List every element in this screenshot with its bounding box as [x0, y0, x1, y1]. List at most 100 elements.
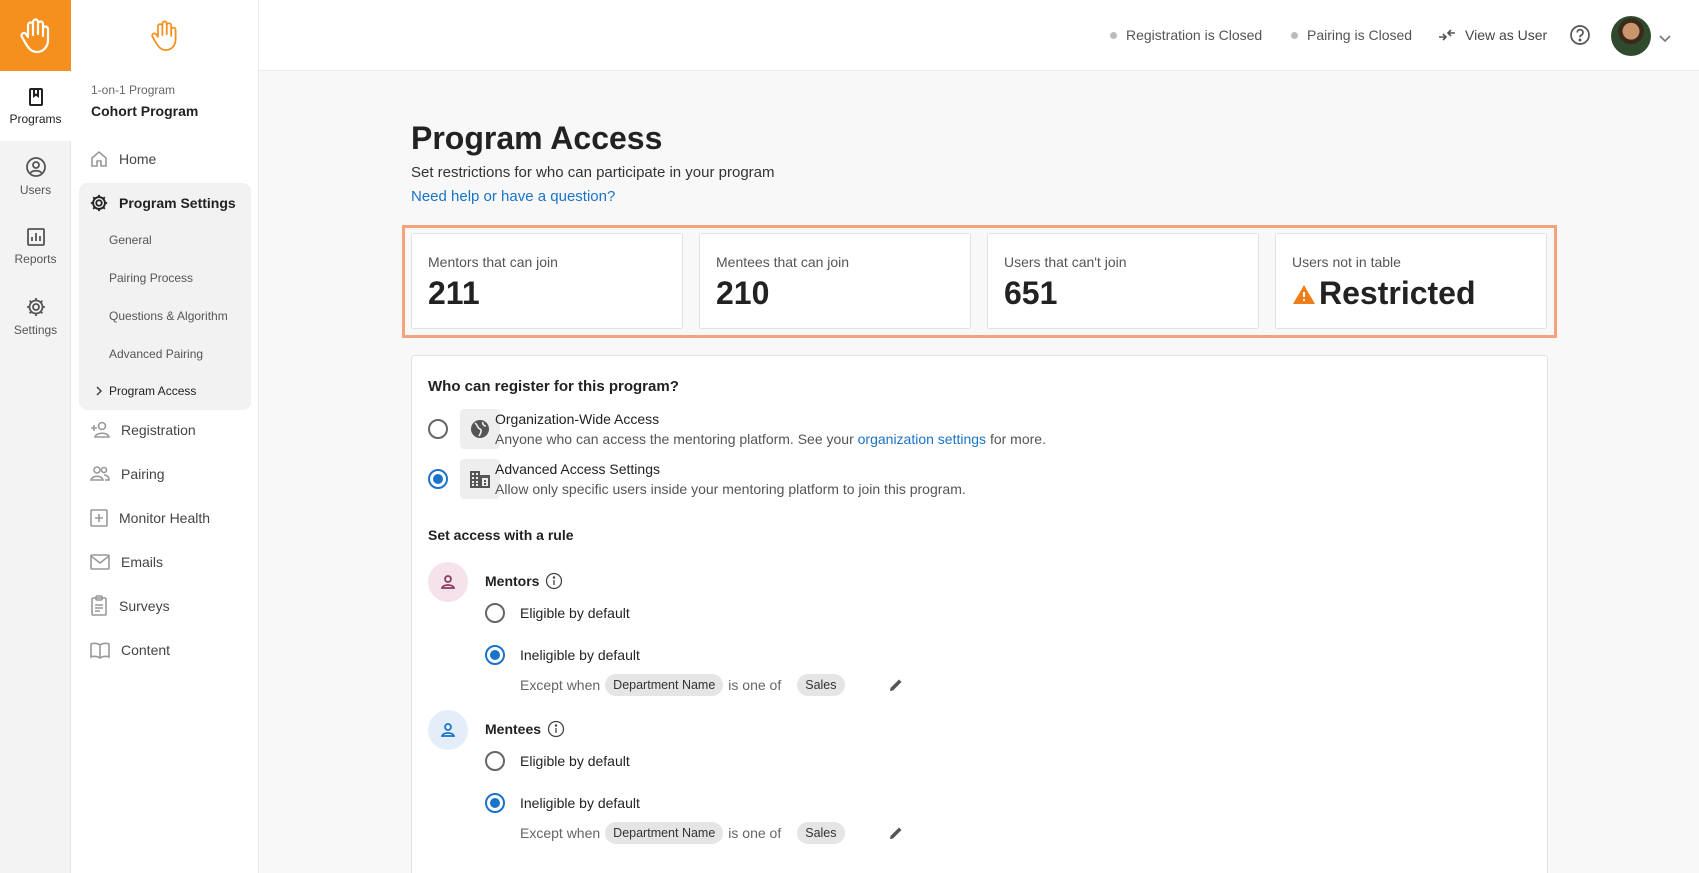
- stat-card-mentors: Mentors that can join 211: [411, 233, 683, 329]
- clipboard-icon: [91, 595, 107, 616]
- sidebar-item-label: Surveys: [119, 598, 170, 614]
- org-wide-title: Organization-Wide Access: [495, 411, 660, 427]
- mail-icon: [90, 554, 110, 570]
- mentors-exception-rule: Except when Department Name is one of Sa…: [520, 674, 904, 696]
- sidebar-item-pairing[interactable]: Pairing: [79, 454, 251, 494]
- globe-icon-box: [460, 409, 500, 449]
- org-wide-desc-post: for more.: [989, 431, 1046, 447]
- sidebar-item-home[interactable]: Home: [79, 139, 251, 179]
- pencil-icon: [889, 827, 902, 839]
- edit-mentee-rule-button[interactable]: [888, 825, 904, 841]
- advanced-access-radio[interactable]: [428, 469, 448, 489]
- sidebar-sub-general[interactable]: General: [109, 233, 152, 247]
- warning-icon: [1293, 284, 1315, 304]
- building-icon: [470, 471, 490, 488]
- rail-programs-label: Programs: [9, 111, 62, 126]
- page-title: Program Access: [411, 120, 663, 156]
- home-icon: [91, 150, 107, 167]
- mentor-avatar: [428, 562, 468, 602]
- hand-wave-icon: [19, 17, 49, 53]
- help-link[interactable]: Need help or have a question?: [411, 188, 615, 205]
- organization-settings-link[interactable]: organization settings: [858, 431, 986, 447]
- mentees-eligible-radio[interactable]: [485, 751, 505, 771]
- mentees-ineligible-radio[interactable]: [485, 793, 505, 813]
- sidebar-sub-program-access[interactable]: Program Access: [94, 384, 196, 398]
- rail-settings[interactable]: Settings: [0, 281, 71, 351]
- mentors-eligible-radio[interactable]: [485, 603, 505, 623]
- stat-label: Users that can't join: [1004, 254, 1127, 270]
- book-icon: [28, 87, 43, 106]
- stat-label: Mentors that can join: [428, 254, 558, 270]
- sidebar-item-label: Registration: [121, 422, 196, 438]
- stat-value: Restricted: [1319, 275, 1476, 311]
- pencil-icon: [889, 679, 902, 691]
- app-logo[interactable]: [0, 0, 71, 71]
- stat-value: 651: [1004, 275, 1058, 311]
- person-add-icon: [91, 421, 110, 438]
- account-menu-toggle[interactable]: [1659, 30, 1671, 48]
- except-when-label: Except when: [520, 825, 601, 841]
- sidebar-item-label: Pairing: [121, 466, 165, 482]
- rail-users[interactable]: Users: [0, 141, 71, 211]
- mentee-avatar: [428, 710, 468, 750]
- status-dot: [1291, 31, 1298, 39]
- mentees-eligible-label: Eligible by default: [520, 753, 630, 769]
- gear-icon: [26, 297, 45, 316]
- rule-operator: is one of: [728, 677, 782, 693]
- sidebar-item-monitor-health[interactable]: Monitor Health: [79, 498, 251, 538]
- globe-icon: [471, 420, 489, 438]
- health-plus-icon: [90, 509, 108, 527]
- advanced-access-desc: Allow only specific users inside your me…: [495, 481, 966, 497]
- info-icon: [547, 720, 565, 738]
- program-name[interactable]: Cohort Program: [91, 103, 198, 119]
- rule-field-chip: Department Name: [605, 674, 724, 696]
- sidebar-sub-advanced-pairing[interactable]: Advanced Pairing: [109, 347, 203, 361]
- sidebar-item-label: Monitor Health: [119, 510, 211, 526]
- sidebar-sub-pairing-process[interactable]: Pairing Process: [109, 271, 193, 285]
- rail-reports-label: Reports: [14, 251, 57, 266]
- mentors-ineligible-radio[interactable]: [485, 645, 505, 665]
- sidebar-item-registration[interactable]: Registration: [79, 410, 251, 450]
- avatar[interactable]: [1611, 16, 1651, 56]
- mentees-title: Mentees: [485, 720, 565, 738]
- app-rail: Programs Users Reports Settings: [0, 0, 71, 873]
- rail-programs[interactable]: Programs: [0, 71, 71, 141]
- help-button[interactable]: [1569, 24, 1591, 51]
- person-icon: [440, 575, 456, 589]
- mentors-eligible-label: Eligible by default: [520, 605, 630, 621]
- open-book-icon: [90, 642, 110, 659]
- rule-value-chip: Sales: [797, 822, 845, 844]
- rail-settings-label: Settings: [13, 322, 58, 337]
- mentors-label: Mentors: [485, 573, 540, 589]
- mentees-ineligible-label: Ineligible by default: [520, 795, 640, 811]
- stat-value: 211: [428, 275, 480, 311]
- swap-arrows-icon: [1439, 29, 1455, 41]
- mentees-exception-rule: Except when Department Name is one of Sa…: [520, 822, 904, 844]
- mentees-label: Mentees: [485, 721, 542, 737]
- rule-value-chip: Sales: [797, 674, 845, 696]
- edit-mentor-rule-button[interactable]: [888, 677, 904, 693]
- rule-operator: is one of: [728, 825, 782, 841]
- program-type: 1-on-1 Program: [91, 83, 176, 97]
- sidebar-item-label: Emails: [121, 554, 164, 570]
- person-icon: [440, 723, 456, 737]
- rail-reports[interactable]: Reports: [0, 211, 71, 281]
- org-wide-radio[interactable]: [428, 419, 448, 439]
- sidebar-item-surveys[interactable]: Surveys: [79, 586, 251, 626]
- sidebar-item-content[interactable]: Content: [79, 630, 251, 670]
- bar-chart-icon: [26, 227, 45, 246]
- sidebar-sub-questions-algorithm[interactable]: Questions & Algorithm: [109, 309, 228, 323]
- top-bar: Registration is Closed Pairing is Closed…: [259, 0, 1699, 71]
- rail-users-label: Users: [19, 182, 52, 197]
- chevron-down-icon: [1659, 35, 1671, 43]
- stat-value-restricted: Restricted: [1292, 275, 1476, 312]
- sidebar-sub-label: Program Access: [109, 384, 197, 398]
- view-as-user-button[interactable]: View as User: [1438, 27, 1547, 43]
- sidebar-item-emails[interactable]: Emails: [79, 542, 251, 582]
- advanced-access-title: Advanced Access Settings: [495, 461, 660, 477]
- sidebar-item-program-settings[interactable]: Program Settings: [79, 183, 251, 223]
- stat-card-not-in-table: Users not in table Restricted: [1275, 233, 1547, 329]
- status-dot: [1110, 31, 1117, 39]
- pairing-status: Pairing is Closed: [1291, 27, 1412, 43]
- stat-value: 210: [716, 275, 770, 311]
